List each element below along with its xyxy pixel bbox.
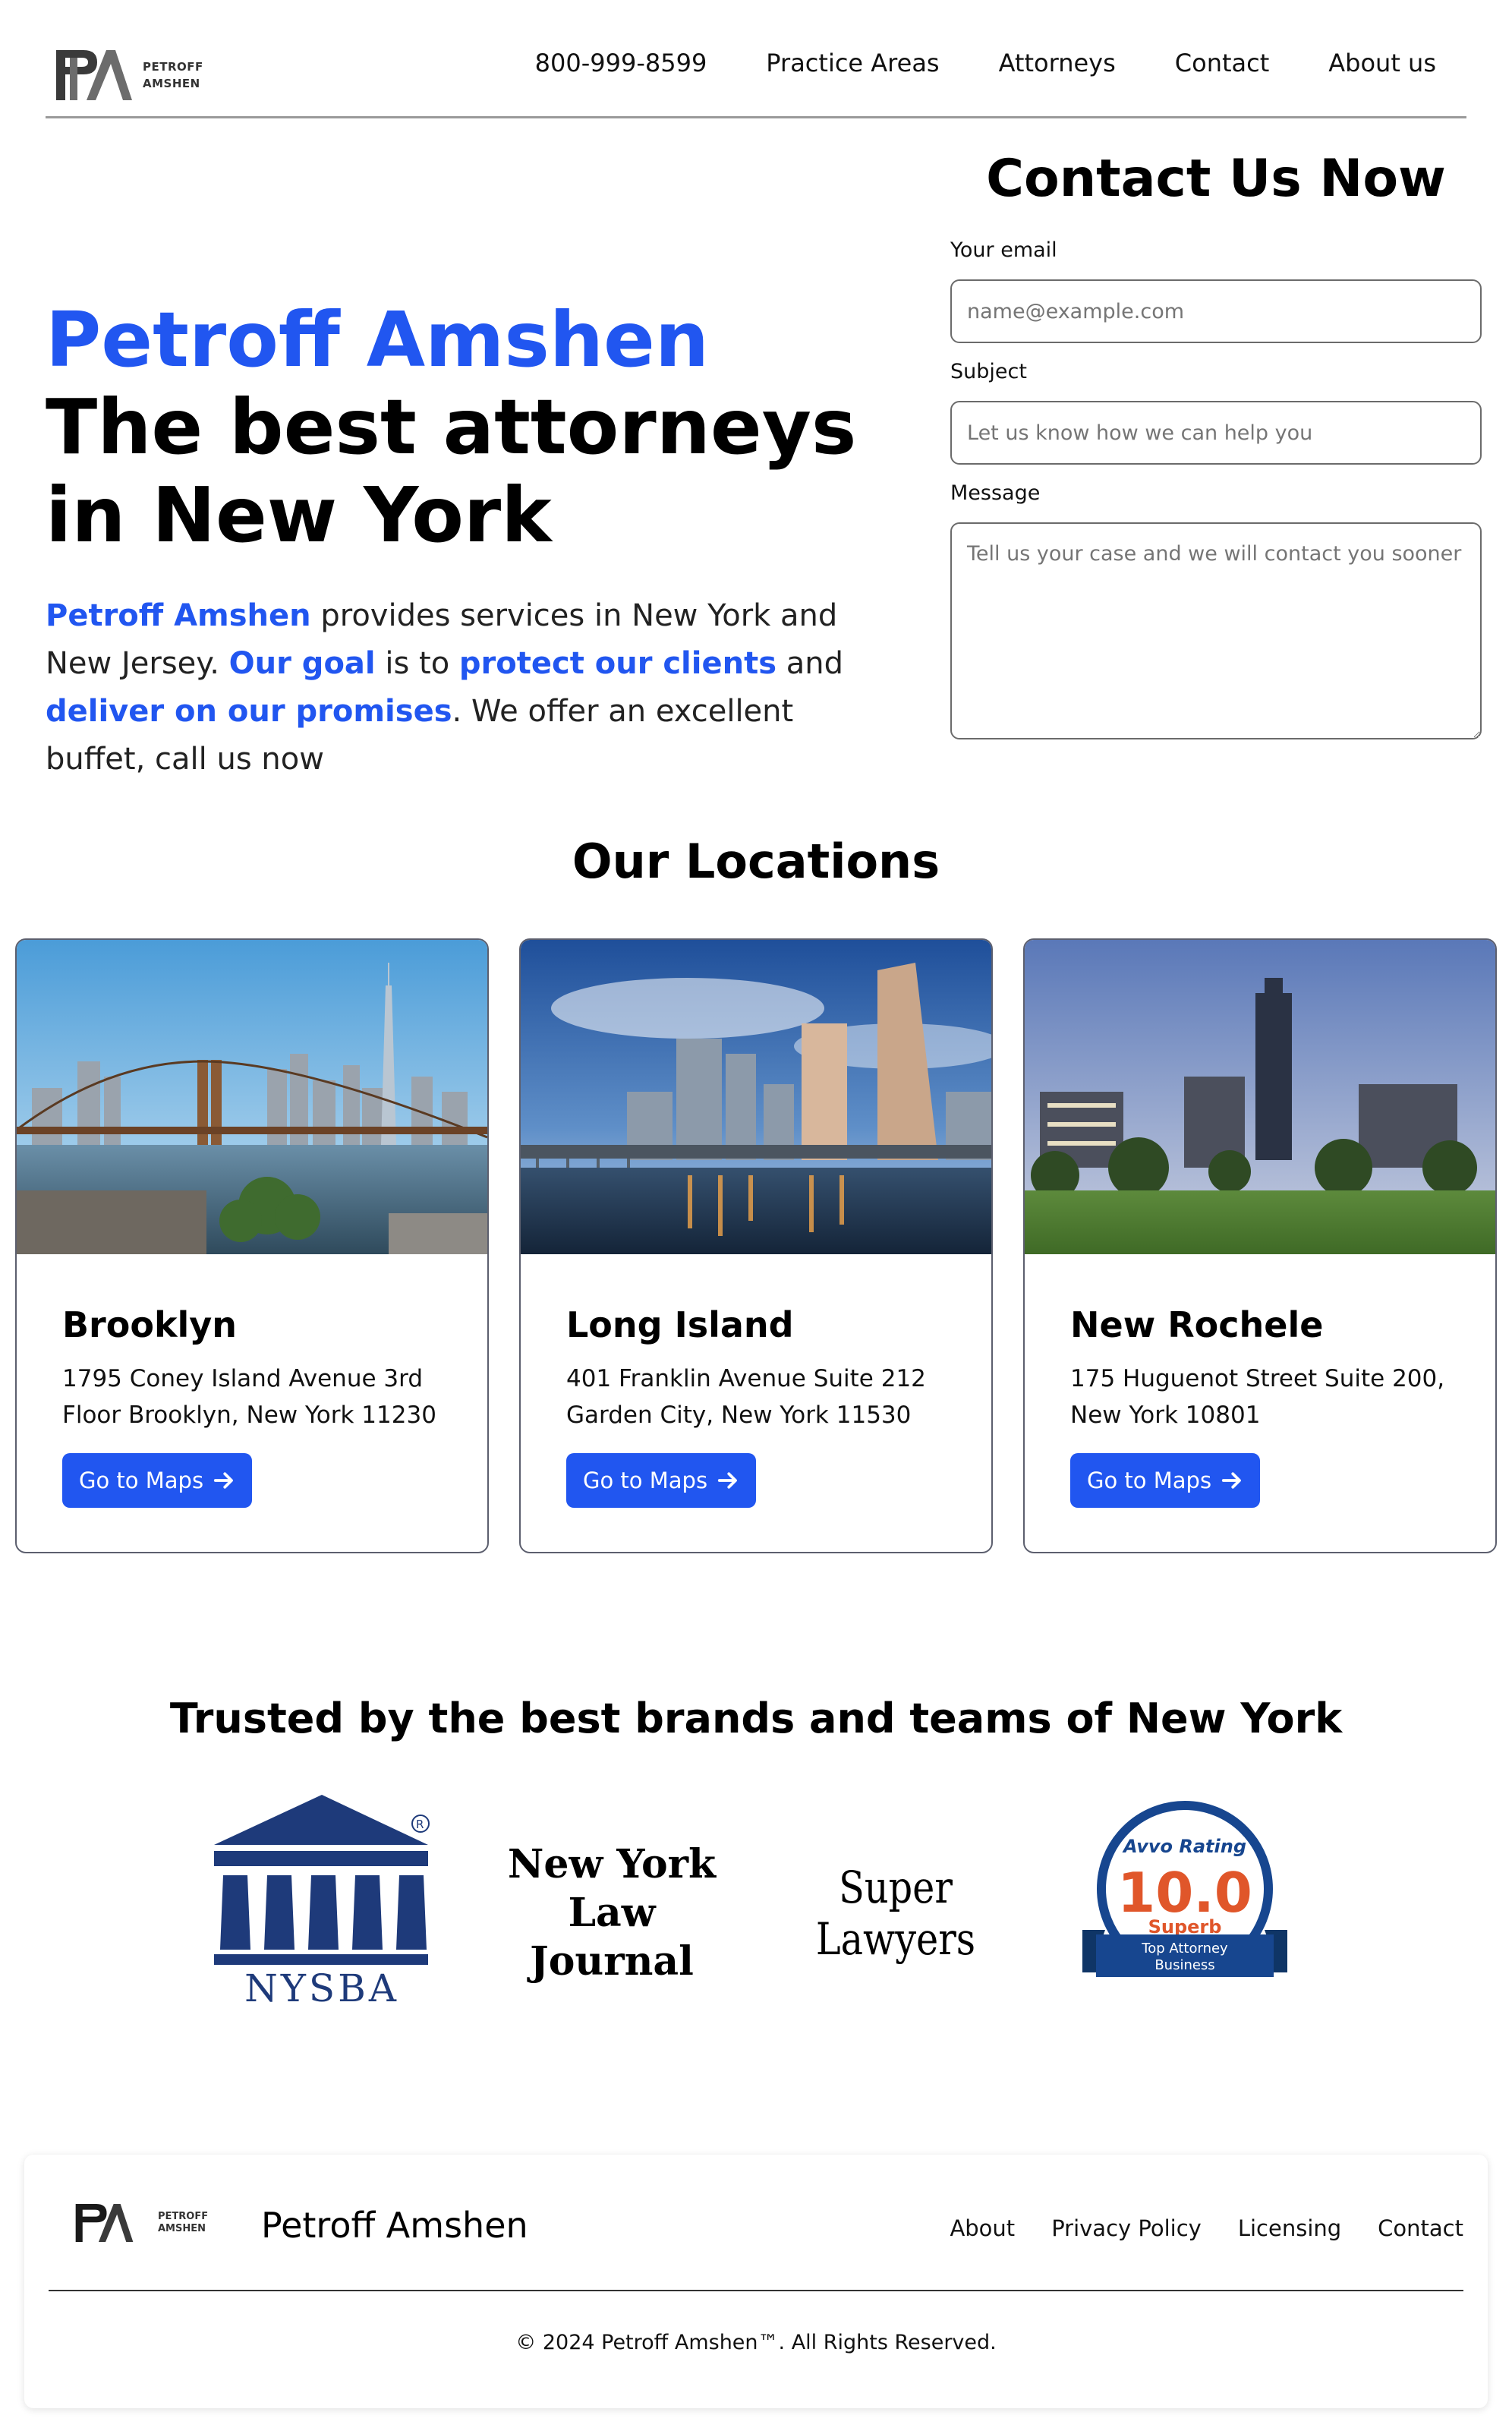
nav-attorneys[interactable]: Attorneys: [999, 49, 1116, 77]
footer-logo-line-2: AMSHEN: [158, 2223, 206, 2234]
message-label: Message: [950, 481, 1041, 505]
logo-wordmark: PETROFF AMSHEN: [143, 58, 203, 92]
location-card-long-island: Long Island 401 Franklin Avenue Suite 21…: [519, 938, 993, 1553]
go-to-maps-label: Go to Maps: [79, 1468, 204, 1493]
svg-text:R: R: [416, 1818, 424, 1831]
hero-brand-name: Petroff Amshen: [46, 295, 710, 384]
hero-desc-deliver: deliver on our promises: [46, 694, 452, 729]
location-name: Long Island: [566, 1304, 794, 1345]
email-label: Your email: [950, 238, 1057, 262]
go-to-maps-button[interactable]: Go to Maps: [1070, 1453, 1261, 1508]
arrow-right-icon: [213, 1472, 233, 1489]
footer-link-about[interactable]: About: [950, 2215, 1015, 2241]
contact-form-title: Contact Us Now: [986, 149, 1446, 209]
nysba-wordmark: NYSBA: [244, 1966, 399, 2004]
subject-label: Subject: [950, 360, 1027, 383]
site-footer: PETROFF AMSHEN Petroff Amshen About Priv…: [24, 2155, 1488, 2408]
go-to-maps-button[interactable]: Go to Maps: [62, 1453, 253, 1508]
logo-line-2: AMSHEN: [143, 77, 200, 90]
nylj-line-2: Law Journal: [530, 1890, 694, 1985]
avvo-brand-text: Avvo Rating: [1122, 1836, 1246, 1857]
nav-phone-link[interactable]: 800-999-8599: [535, 49, 707, 77]
locations-title: Our Locations: [572, 834, 940, 889]
footer-divider: [49, 2290, 1463, 2291]
avvo-grade: Superb: [1148, 1916, 1222, 1938]
location-card-brooklyn: Brooklyn 1795 Coney Island Avenue 3rd Fl…: [15, 938, 489, 1553]
hero-description: Petroff Amshen provides services in New …: [46, 592, 896, 784]
nysba-logo: R NYSBA: [214, 1795, 430, 2004]
location-card-new-rochele: New Rochele 175 Huguenot Street Suite 20…: [1023, 938, 1497, 1553]
go-to-maps-label: Go to Maps: [583, 1468, 708, 1493]
logo-line-1: PETROFF: [143, 60, 203, 74]
super-lawyers-logo: Super Lawyers: [815, 1862, 976, 1965]
location-address: 175 Huguenot Street Suite 200, New York …: [1070, 1365, 1445, 1429]
hero-desc-text-3: and: [776, 646, 843, 681]
avvo-ribbon-line-2: Business: [1154, 1957, 1214, 1973]
hero-desc-goal: Our goal: [228, 646, 376, 681]
go-to-maps-label: Go to Maps: [1087, 1468, 1212, 1493]
footer-nav: About Privacy Policy Licensing Contact: [950, 2215, 1463, 2241]
footer-link-privacy-policy[interactable]: Privacy Policy: [1051, 2215, 1202, 2241]
footer-link-licensing[interactable]: Licensing: [1238, 2215, 1341, 2241]
footer-link-contact[interactable]: Contact: [1378, 2215, 1463, 2241]
hero-title: The best attorneys in New York: [46, 383, 880, 560]
avvo-score: 10.0: [1117, 1861, 1252, 1925]
nylj-line-1: New York: [507, 1841, 717, 1887]
brands-title: Trusted by the best brands and teams of …: [169, 1695, 1343, 1742]
message-field[interactable]: [950, 522, 1482, 739]
nav-practice-areas[interactable]: Practice Areas: [766, 49, 939, 77]
location-address: 1795 Coney Island Avenue 3rd Floor Brook…: [62, 1365, 436, 1429]
long-island-photo: [521, 940, 991, 1254]
brooklyn-photo: [17, 940, 487, 1254]
nav-contact[interactable]: Contact: [1175, 49, 1270, 77]
pa-logo-mark-icon: [56, 50, 132, 100]
footer-brand-name: Petroff Amshen: [261, 2205, 528, 2246]
location-address: 401 Franklin Avenue Suite 212 Garden Cit…: [566, 1365, 926, 1429]
hero-title-line-2: in New York: [46, 471, 552, 560]
location-name: New Rochele: [1070, 1304, 1324, 1345]
arrow-right-icon: [1221, 1472, 1241, 1489]
footer-logo[interactable]: PETROFF AMSHEN: [58, 2202, 208, 2244]
footer-logo-line-1: PETROFF: [158, 2211, 209, 2222]
pa-logo-mark-icon: [75, 2204, 134, 2242]
footer-logo-wordmark: PETROFF AMSHEN: [158, 2211, 208, 2235]
avvo-ribbon-line-1: Top Attorney: [1141, 1941, 1228, 1956]
subject-field[interactable]: [950, 401, 1482, 465]
copyright-text: © 2024 Petroff Amshen™. All Rights Reser…: [515, 2331, 997, 2354]
ny-law-journal-logo: New York Law Journal: [498, 1840, 726, 1986]
avvo-rating-badge: Avvo Rating 10.0 Superb Top Attorney Bus…: [1082, 1801, 1287, 1977]
go-to-maps-button[interactable]: Go to Maps: [566, 1453, 757, 1508]
nav-about-us[interactable]: About us: [1328, 49, 1436, 77]
main-nav: 800-999-8599 Practice Areas Attorneys Co…: [535, 49, 1436, 77]
site-header: PETROFF AMSHEN 800-999-8599 Practice Are…: [46, 0, 1466, 118]
location-name: Brooklyn: [62, 1304, 238, 1345]
new-rochele-photo: [1025, 940, 1495, 1254]
arrow-right-icon: [717, 1472, 737, 1489]
email-field[interactable]: [950, 279, 1482, 343]
hero-title-line-1: The best attorneys: [46, 383, 857, 471]
hero-desc-brand: Petroff Amshen: [46, 598, 311, 633]
header-logo[interactable]: PETROFF AMSHEN: [53, 47, 203, 103]
hero-desc-protect: protect our clients: [458, 646, 777, 681]
hero-desc-text-2: is to: [375, 646, 459, 681]
